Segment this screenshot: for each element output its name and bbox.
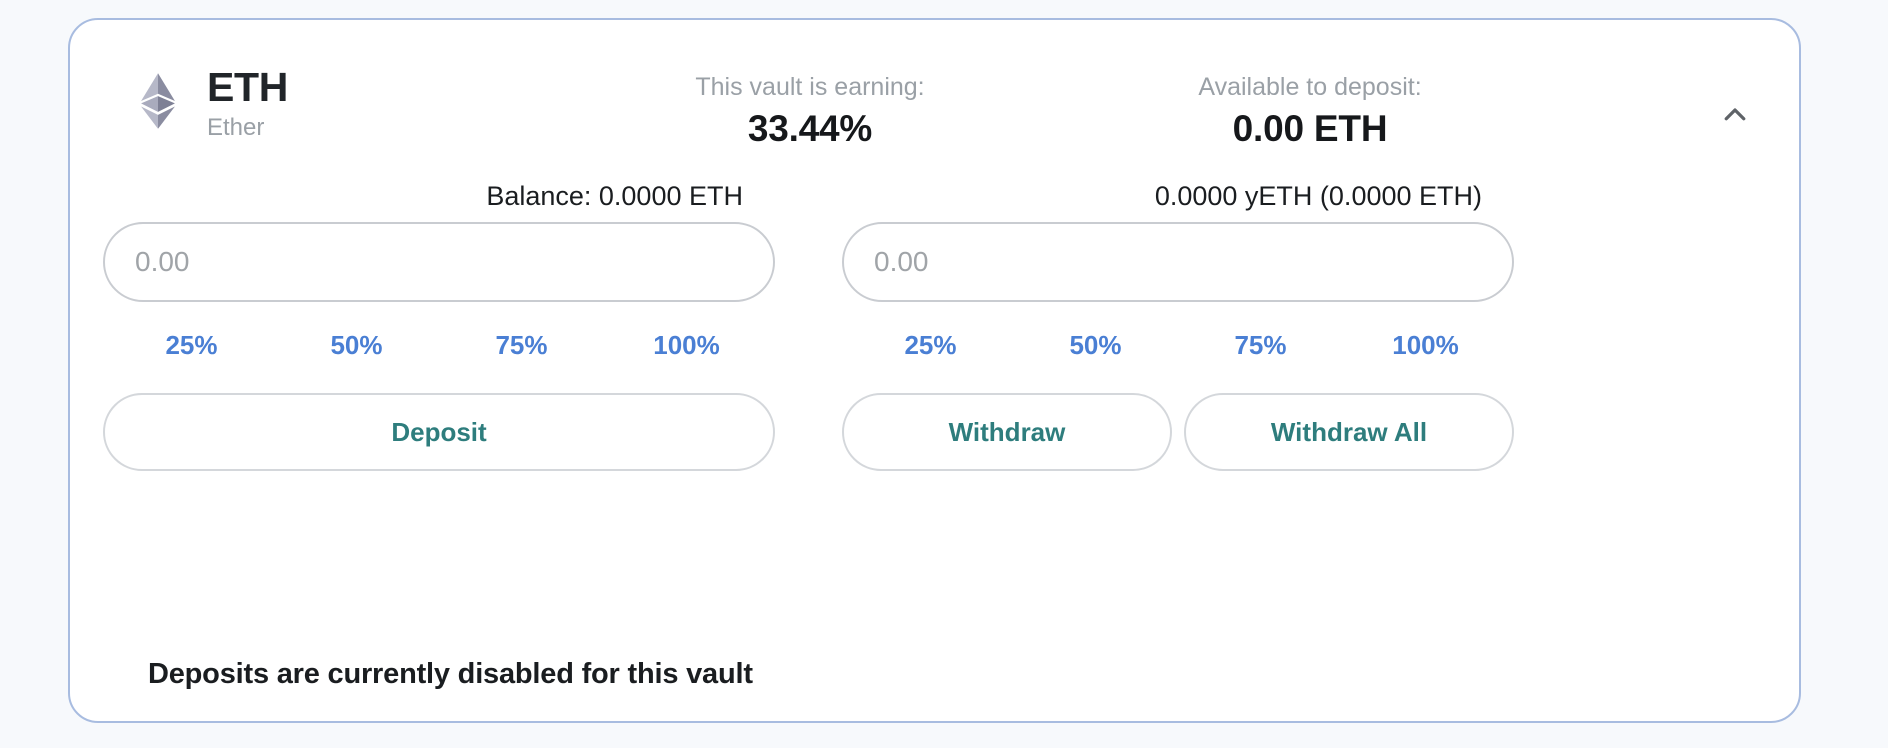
withdraw-percent-50[interactable]: 50% [1013,324,1178,367]
deposit-percent-50[interactable]: 50% [274,324,439,367]
deposit-amount-input[interactable] [103,222,775,302]
deposit-percentage-row: 25% 50% 75% 100% [103,324,775,367]
deposit-balance-label: Balance: 0.0000 ETH [486,181,743,211]
withdraw-button[interactable]: Withdraw [842,393,1172,471]
available-to-deposit-label: Available to deposit: [1198,73,1422,101]
vault-apy-label: This vault is earning: [695,73,925,101]
chevron-up-icon [1720,100,1750,133]
deposit-action-row: Deposit [103,393,775,471]
deposit-percent-75[interactable]: 75% [439,324,604,367]
withdraw-action-row: Withdraw Withdraw All [842,393,1514,471]
token-fullname: Ether [207,114,265,142]
deposit-column: Balance: 0.0000 ETH 25% 50% 75% 100% Dep… [103,180,775,471]
token-name-stack: ETH Ether [207,64,289,143]
deposits-disabled-notice: Deposits are currently disabled for this… [148,658,753,690]
withdraw-column: 0.0000 yETH (0.0000 ETH) 25% 50% 75% 100… [842,180,1514,471]
available-to-deposit-stat: Available to deposit: 0.00 ETH [1110,72,1510,153]
deposit-percent-100[interactable]: 100% [604,324,769,367]
withdraw-percent-100[interactable]: 100% [1343,324,1508,367]
withdraw-all-button[interactable]: Withdraw All [1184,393,1514,471]
vault-header: ETH Ether This vault is earning: 33.44% … [70,20,1799,160]
available-to-deposit-value: 0.00 ETH [1232,108,1388,150]
vault-card: ETH Ether This vault is earning: 33.44% … [68,18,1801,723]
vault-apy-value: 33.44% [747,108,873,150]
withdraw-balance-label: 0.0000 yETH (0.0000 ETH) [1154,181,1482,211]
deposit-button[interactable]: Deposit [103,393,775,471]
collapse-card-button[interactable] [1711,92,1759,140]
withdraw-percentage-row: 25% 50% 75% 100% [842,324,1514,367]
token-symbol: ETH [207,64,289,110]
token-identity: ETH Ether [135,64,289,143]
withdraw-percent-25[interactable]: 25% [848,324,1013,367]
deposit-percent-25[interactable]: 25% [109,324,274,367]
vault-apy-stat: This vault is earning: 33.44% [610,72,1010,153]
ethereum-diamond-icon [135,72,181,130]
withdraw-amount-input[interactable] [842,222,1514,302]
withdraw-percent-75[interactable]: 75% [1178,324,1343,367]
